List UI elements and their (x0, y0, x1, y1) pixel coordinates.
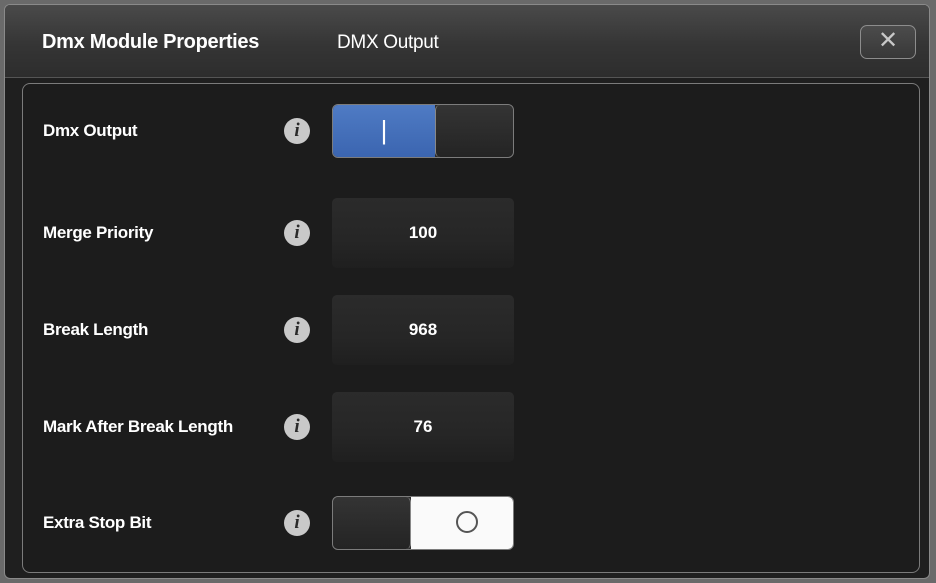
break-length-field[interactable]: 968 (332, 295, 514, 365)
dialog-subtitle: DMX Output (337, 32, 439, 53)
property-label: Extra Stop Bit (43, 513, 152, 532)
dialog-title: Dmx Module Properties (42, 31, 260, 53)
merge-priority-field[interactable]: 100 (332, 198, 514, 268)
toggle-on-indicator: | (333, 105, 435, 157)
info-icon[interactable]: i (284, 220, 310, 246)
property-label: Merge Priority (43, 223, 154, 242)
dialog-titlebar: Dmx Module Properties DMX Output ✕ (5, 5, 929, 78)
mark-after-break-length-field[interactable]: 76 (332, 392, 514, 462)
info-icon[interactable]: i (284, 414, 310, 440)
toggle-off-indicator (411, 497, 513, 549)
close-icon: ✕ (877, 27, 899, 54)
property-row-dmx-output: Dmx Output i | (23, 96, 919, 166)
info-icon[interactable]: i (284, 317, 310, 343)
toggle-knob (333, 497, 411, 549)
extra-stop-bit-toggle[interactable] (332, 496, 514, 550)
property-label: Break Length (43, 320, 149, 339)
toggle-knob (435, 105, 513, 157)
property-row-mark-after-break-length: Mark After Break Length i 76 (23, 392, 919, 462)
property-label: Dmx Output (43, 121, 138, 140)
property-row-extra-stop-bit: Extra Stop Bit i (23, 488, 919, 558)
off-circle-icon (456, 511, 478, 533)
property-label: Mark After Break Length (43, 417, 233, 436)
close-button[interactable]: ✕ (860, 25, 916, 59)
properties-dialog: Dmx Module Properties DMX Output ✕ Dmx O… (4, 4, 930, 579)
info-icon[interactable]: i (284, 510, 310, 536)
info-icon[interactable]: i (284, 118, 310, 144)
properties-panel: Dmx Output i | Merge Priority i 100 Brea… (22, 83, 920, 573)
dmx-output-toggle[interactable]: | (332, 104, 514, 158)
property-row-merge-priority: Merge Priority i 100 (23, 198, 919, 268)
property-row-break-length: Break Length i 968 (23, 295, 919, 365)
